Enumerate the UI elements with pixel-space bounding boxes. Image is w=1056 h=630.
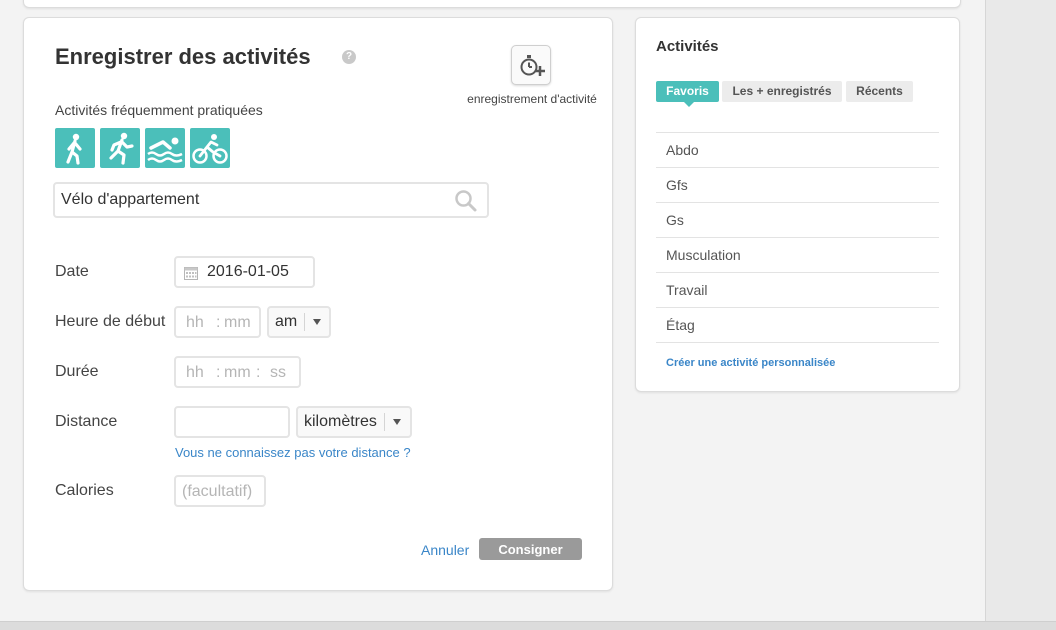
distance-input[interactable] bbox=[182, 414, 282, 432]
activity-timer-label: enregistrement d'activité bbox=[467, 92, 597, 106]
list-item[interactable]: Étag bbox=[656, 308, 939, 343]
submit-button[interactable]: Consigner bbox=[479, 538, 582, 560]
walking-icon[interactable] bbox=[55, 128, 95, 168]
list-item[interactable]: Gfs bbox=[656, 168, 939, 203]
select-divider bbox=[304, 313, 305, 331]
ampm-select[interactable]: am bbox=[267, 306, 331, 338]
distance-label: Distance bbox=[55, 413, 118, 430]
select-divider bbox=[384, 413, 385, 431]
activity-timer-button[interactable] bbox=[511, 45, 551, 85]
swimming-icon[interactable] bbox=[145, 128, 185, 168]
list-item[interactable]: Gs bbox=[656, 203, 939, 238]
ampm-value: am bbox=[275, 313, 298, 330]
duration-second-input[interactable] bbox=[270, 364, 294, 382]
log-activity-card: Enregistrer des activités ? enregistreme… bbox=[23, 17, 613, 591]
running-icon[interactable] bbox=[100, 128, 140, 168]
chevron-down-icon bbox=[313, 319, 321, 325]
duration-label: Durée bbox=[55, 363, 99, 380]
time-separator: : bbox=[216, 314, 221, 331]
page-title: Enregistrer des activités bbox=[55, 44, 311, 69]
activity-search bbox=[53, 182, 489, 218]
sidebar-title: Activités bbox=[656, 38, 719, 55]
distance-unit-value: kilomètres bbox=[304, 413, 377, 430]
scroll-gutter bbox=[985, 0, 1056, 630]
duration-minute-input[interactable] bbox=[224, 364, 256, 382]
calories-label: Calories bbox=[55, 482, 114, 499]
help-icon[interactable]: ? bbox=[342, 50, 356, 64]
create-custom-activity-link[interactable]: Créer une activité personnalisée bbox=[666, 357, 835, 369]
cancel-link[interactable]: Annuler bbox=[421, 542, 469, 558]
distance-field bbox=[174, 406, 290, 438]
frequent-activities-label: Activités fréquemment pratiquées bbox=[55, 102, 263, 118]
date-field[interactable]: 2016-01-05 bbox=[174, 256, 315, 288]
previous-card bbox=[23, 0, 961, 8]
activity-search-input[interactable] bbox=[61, 184, 441, 216]
distance-unit-select[interactable]: kilomètres bbox=[296, 406, 412, 438]
list-item[interactable]: Musculation bbox=[656, 238, 939, 273]
date-label: Date bbox=[55, 263, 89, 280]
bottom-scrollbar[interactable] bbox=[0, 621, 1056, 630]
cycling-icon[interactable] bbox=[190, 128, 230, 168]
start-time-field: : bbox=[174, 306, 261, 338]
calendar-icon bbox=[184, 267, 198, 280]
duration-field: : : bbox=[174, 356, 301, 388]
tab-favorites[interactable]: Favoris bbox=[656, 81, 719, 102]
start-minute-input[interactable] bbox=[224, 314, 256, 332]
active-tab-indicator bbox=[684, 102, 694, 107]
time-separator: : bbox=[256, 364, 261, 381]
calories-field bbox=[174, 475, 266, 507]
date-value: 2016-01-05 bbox=[207, 263, 289, 280]
list-item[interactable]: Abdo bbox=[656, 133, 939, 168]
time-separator: : bbox=[216, 364, 221, 381]
stopwatch-plus-icon bbox=[520, 55, 545, 76]
tab-recent[interactable]: Récents bbox=[846, 81, 913, 102]
activity-list: Abdo Gfs Gs Musculation Travail Étag bbox=[656, 132, 939, 343]
distance-help-link[interactable]: Vous ne connaissez pas votre distance ? bbox=[175, 445, 411, 460]
search-icon[interactable] bbox=[454, 189, 478, 213]
tab-most-logged[interactable]: Les + enregistrés bbox=[722, 81, 842, 102]
list-item[interactable]: Travail bbox=[656, 273, 939, 308]
start-time-label: Heure de début bbox=[55, 313, 166, 330]
duration-hour-input[interactable] bbox=[186, 364, 212, 382]
activities-sidebar: Activités Favoris Les + enregistrés Réce… bbox=[635, 17, 960, 392]
calories-input[interactable] bbox=[182, 483, 260, 501]
start-hour-input[interactable] bbox=[186, 314, 212, 332]
chevron-down-icon bbox=[393, 419, 401, 425]
